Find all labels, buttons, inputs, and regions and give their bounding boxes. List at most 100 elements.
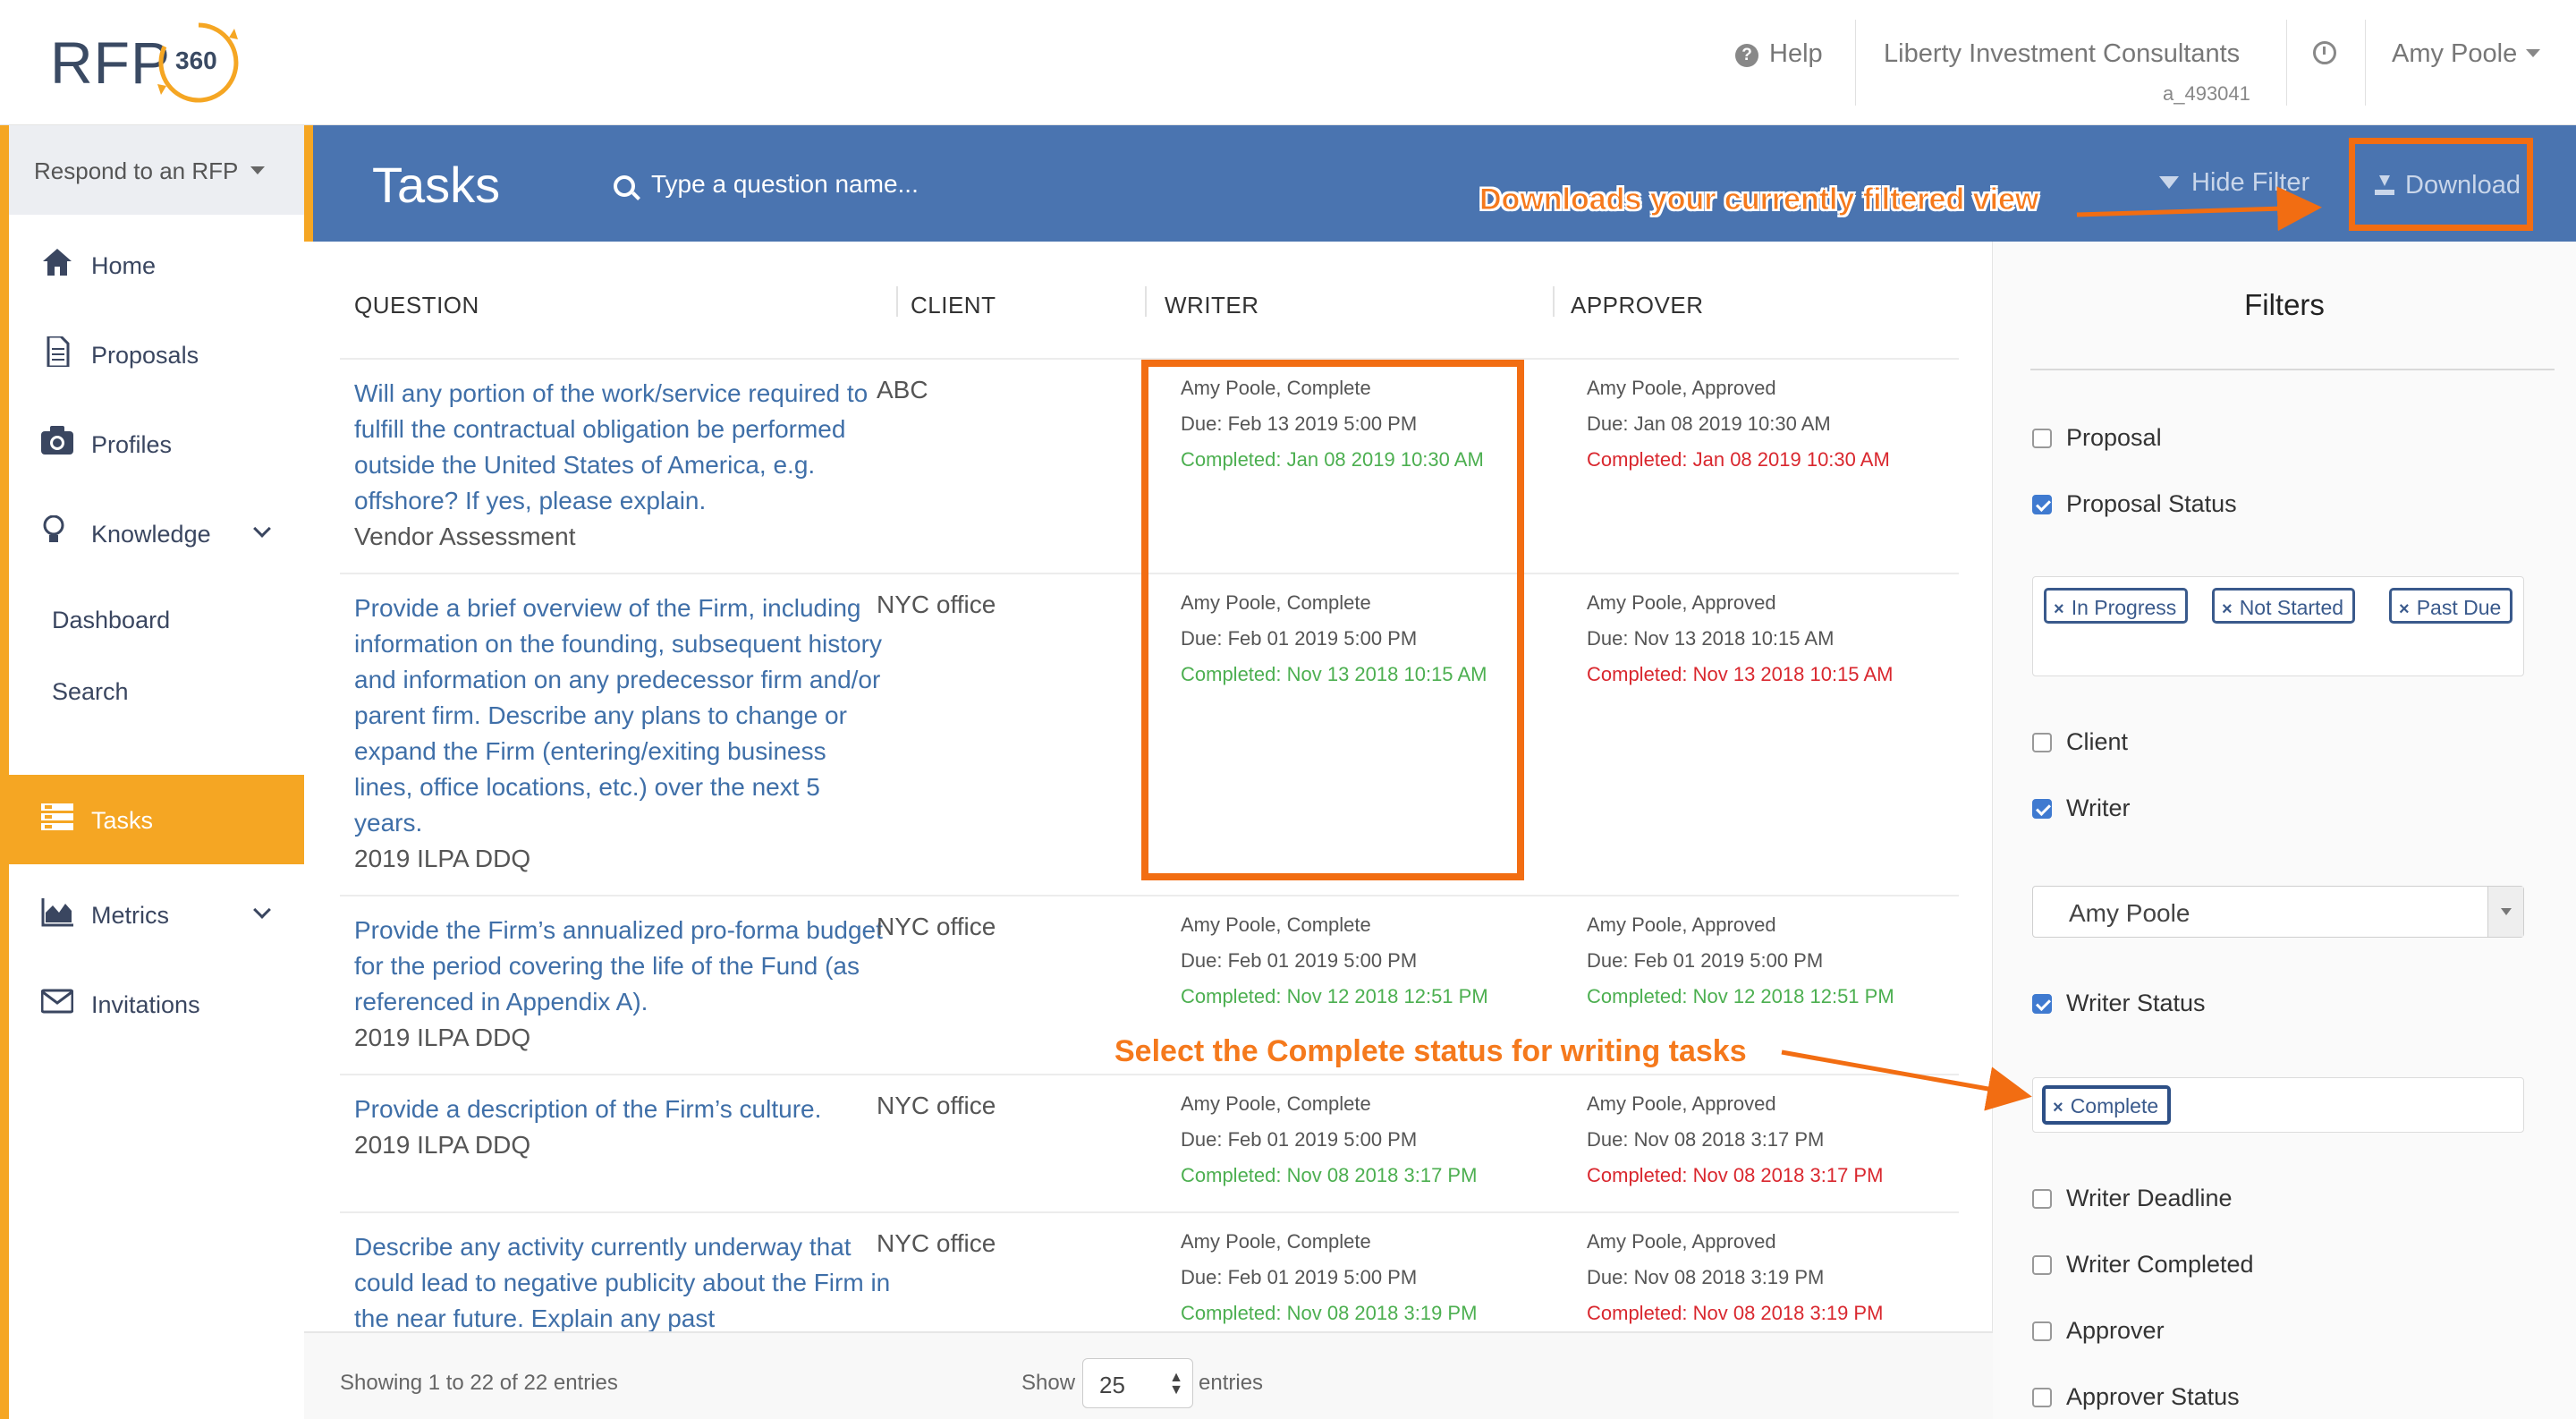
tasks-toolbar: Tasks Hide Filter Download	[304, 125, 2576, 242]
filter-label: Writer	[2066, 794, 2131, 821]
client-cell: ABC	[877, 376, 928, 404]
writer-completed: Completed: Nov 08 2018 3:19 PM	[1181, 1302, 1478, 1324]
document-icon	[47, 336, 70, 367]
column-header-question[interactable]: QUESTION	[354, 292, 479, 319]
user-name: Amy Poole	[2392, 39, 2518, 68]
sidebar-item-dashboard[interactable]: Dashboard	[52, 607, 170, 634]
writer-due: Due: Feb 01 2019 5:00 PM	[1181, 1128, 1418, 1151]
filter-writer-status[interactable]: Writer Status	[2032, 990, 2206, 1017]
table-row: Provide a description of the Firm’s cult…	[340, 1074, 1959, 1211]
page-size-select[interactable]: 25 ▲ ▼	[1082, 1358, 1193, 1408]
envelope-icon	[41, 989, 73, 1014]
project-name: Vendor Assessment	[354, 523, 576, 550]
sidebar-item-knowledge[interactable]: Knowledge	[9, 489, 304, 569]
lightbulb-icon	[43, 515, 64, 542]
filter-label: Approver	[2066, 1317, 2165, 1344]
show-label: Show	[1021, 1371, 1076, 1395]
filter-writer-completed[interactable]: Writer Completed	[2032, 1251, 2254, 1279]
approver-status: Amy Poole, Approved	[1587, 377, 1776, 399]
filter-client[interactable]: Client	[2032, 728, 2128, 756]
question-link[interactable]: Provide the Firm’s annualized pro-forma …	[354, 913, 891, 1056]
sidebar-item-home[interactable]: Home	[9, 220, 304, 301]
question-link[interactable]: Provide a description of the Firm’s cult…	[354, 1092, 891, 1163]
filter-proposal-status[interactable]: Proposal Status	[2032, 490, 2237, 518]
remove-tag-icon[interactable]: ×	[2222, 599, 2233, 619]
writer-status: Amy Poole, Complete	[1181, 1092, 1371, 1115]
approver-completed: Completed: Jan 08 2019 10:30 AM	[1587, 448, 1890, 471]
respond-to-rfp-dropdown[interactable]: Respond to an RFP	[9, 125, 304, 215]
dropdown-arrow-icon[interactable]	[2487, 887, 2523, 937]
client-cell: NYC office	[877, 1092, 996, 1119]
hide-filter-button[interactable]: Hide Filter	[2159, 168, 2309, 198]
client-cell: NYC office	[877, 913, 996, 940]
tag-past-due[interactable]: × Past Due	[2389, 588, 2513, 624]
sidebar-item-invitations[interactable]: Invitations	[9, 959, 304, 1040]
question-link[interactable]: Will any portion of the work/service req…	[354, 376, 891, 555]
question-link[interactable]: Provide a brief overview of the Firm, in…	[354, 591, 891, 877]
approver-cell: Amy Poole, Approved Due: Nov 08 2018 3:1…	[1587, 1224, 1883, 1331]
tag-not-started[interactable]: × Not Started	[2212, 588, 2356, 624]
header-divider	[2365, 20, 2366, 106]
writer-due: Due: Feb 01 2019 5:00 PM	[1181, 949, 1418, 972]
tag-complete[interactable]: × Complete	[2042, 1085, 2172, 1125]
filter-writer[interactable]: Writer	[2032, 794, 2131, 822]
sidebar-item-search[interactable]: Search	[52, 678, 129, 706]
table-row: Describe any activity currently underway…	[340, 1211, 1959, 1331]
help-label: Help	[1769, 39, 1823, 68]
remove-tag-icon[interactable]: ×	[2399, 599, 2410, 619]
column-header-client[interactable]: CLIENT	[911, 292, 996, 319]
question-link[interactable]: Describe any activity currently underway…	[354, 1229, 891, 1331]
column-divider	[896, 286, 898, 317]
writer-status: Amy Poole, Complete	[1181, 1230, 1371, 1253]
question-search-input[interactable]	[651, 165, 1080, 204]
approver-cell: Amy Poole, Approved Due: Feb 01 2019 5:0…	[1587, 907, 1894, 1015]
writer-status-tag-input[interactable]: × Complete	[2032, 1077, 2524, 1133]
filter-label: Proposal	[2066, 424, 2162, 451]
writer-cell: Amy Poole, Complete Due: Feb 01 2019 5:0…	[1181, 1224, 1477, 1331]
checkbox-checked-icon	[2032, 495, 2052, 514]
hide-filter-label: Hide Filter	[2191, 168, 2310, 197]
approver-status: Amy Poole, Approved	[1587, 1230, 1776, 1253]
help-link[interactable]: ? Help	[1735, 39, 1823, 69]
history-button[interactable]	[2313, 41, 2336, 72]
download-button[interactable]: Download	[2349, 138, 2533, 231]
column-header-writer[interactable]: WRITER	[1165, 292, 1259, 319]
sidebar: Respond to an RFP Home Proposals Profile…	[0, 125, 304, 1419]
search-icon	[614, 175, 635, 197]
checkbox-icon	[2032, 1189, 2052, 1209]
approver-due: Due: Nov 08 2018 3:19 PM	[1587, 1266, 1825, 1288]
writer-column-highlight	[1141, 360, 1524, 880]
sidebar-item-tasks[interactable]: Tasks	[9, 775, 304, 864]
approver-status: Amy Poole, Approved	[1587, 913, 1776, 936]
column-header-approver[interactable]: APPROVER	[1571, 292, 1704, 319]
rfp360-logo[interactable]: RFP 360	[50, 20, 256, 106]
checkbox-checked-icon	[2032, 799, 2052, 819]
writer-select[interactable]: Amy Poole	[2032, 886, 2524, 938]
sidebar-item-label: Home	[91, 252, 157, 279]
question-text: Will any portion of the work/service req…	[354, 379, 869, 514]
tag-in-progress[interactable]: × In Progress	[2044, 588, 2189, 624]
approver-cell: Amy Poole, Approved Due: Nov 13 2018 10:…	[1587, 585, 1893, 693]
sidebar-item-label: Knowledge	[91, 521, 211, 548]
header-divider	[1855, 20, 1856, 106]
filter-writer-deadline[interactable]: Writer Deadline	[2032, 1185, 2233, 1212]
chevron-down-icon	[253, 901, 271, 919]
filters-title: Filters	[2244, 288, 2325, 321]
remove-tag-icon[interactable]: ×	[2054, 599, 2064, 619]
filter-approver-status[interactable]: Approver Status	[2032, 1383, 2240, 1411]
sidebar-item-profiles[interactable]: Profiles	[9, 399, 304, 480]
filter-proposal[interactable]: Proposal	[2032, 424, 2162, 452]
help-icon: ?	[1735, 44, 1758, 67]
question-text: Describe any activity currently underway…	[354, 1233, 891, 1331]
checkbox-icon	[2032, 1321, 2052, 1341]
filter-approver[interactable]: Approver	[2032, 1317, 2165, 1345]
approver-status: Amy Poole, Approved	[1587, 1092, 1776, 1115]
proposal-status-tag-input[interactable]: × In Progress × Not Started × Past Due	[2032, 576, 2524, 676]
remove-tag-icon[interactable]: ×	[2053, 1098, 2063, 1117]
tasks-icon	[41, 803, 73, 830]
sidebar-item-metrics[interactable]: Metrics	[9, 870, 304, 950]
question-text: Provide the Firm’s annualized pro-forma …	[354, 916, 883, 1015]
account-id: a_493041	[2163, 82, 2250, 105]
user-menu[interactable]: Amy Poole	[2392, 39, 2541, 69]
sidebar-item-proposals[interactable]: Proposals	[9, 310, 304, 390]
